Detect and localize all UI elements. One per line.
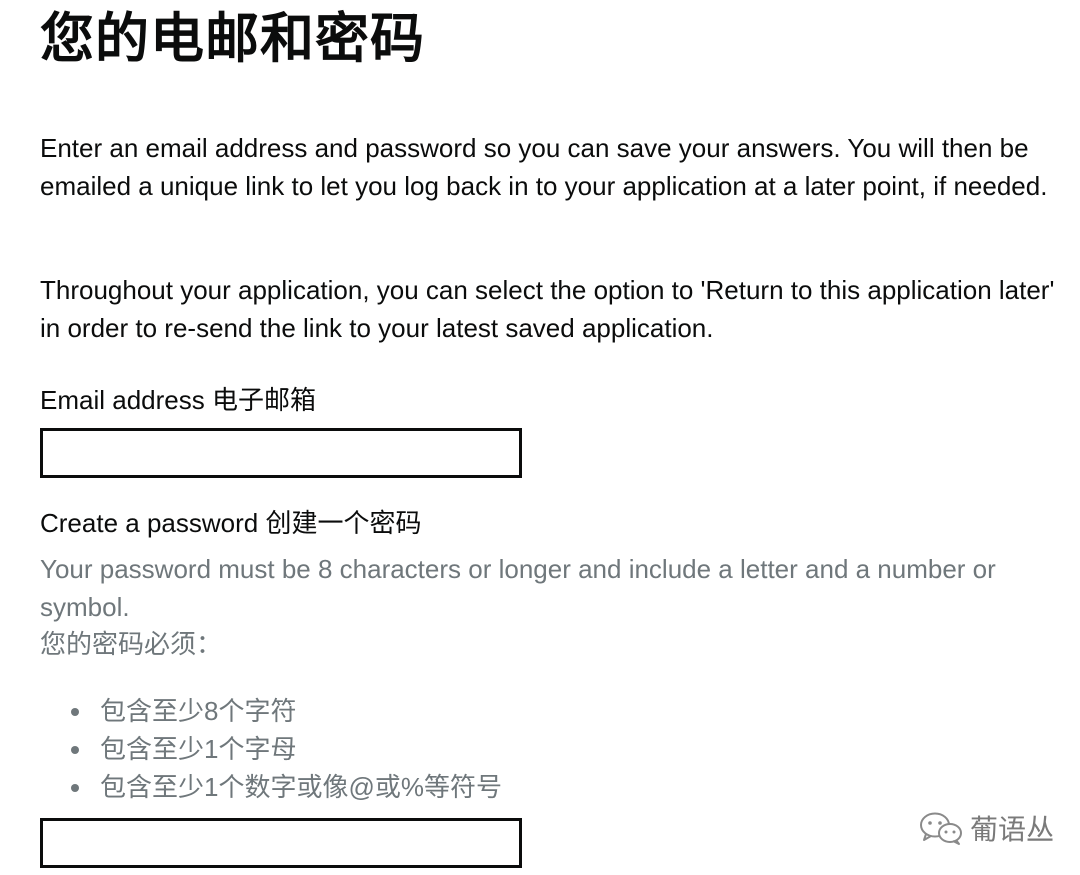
password-hint-english: Your password must be 8 characters or lo… xyxy=(40,554,996,622)
intro-paragraph: Enter an email address and password so y… xyxy=(40,133,1048,201)
password-rule-text: 包含至少8个字符 xyxy=(100,696,297,726)
list-item: 包含至少8个字符 xyxy=(40,692,502,730)
list-item: 包含至少1个字母 xyxy=(40,730,502,768)
watermark: 葡语丛 xyxy=(918,808,1054,848)
list-item: 包含至少1个数字或像@或%等符号 xyxy=(40,768,502,806)
email-field[interactable] xyxy=(40,428,522,478)
password-label: Create a password 创建一个密码 xyxy=(40,508,422,538)
wechat-icon xyxy=(920,812,962,845)
bullet-icon xyxy=(71,784,79,792)
return-later-paragraph: Throughout your application, you can sel… xyxy=(40,275,1055,343)
password-rules-list: 包含至少8个字符 包含至少1个字母 包含至少1个数字或像@或%等符号 xyxy=(40,692,502,806)
watermark-text: 葡语丛 xyxy=(970,813,1055,846)
email-label: Email address 电子邮箱 xyxy=(40,385,316,415)
page-title: 您的电邮和密码 xyxy=(40,9,425,69)
password-rule-text: 包含至少1个字母 xyxy=(100,734,297,764)
bullet-icon xyxy=(71,708,79,716)
password-field[interactable] xyxy=(40,818,522,868)
password-rule-text: 包含至少1个数字或像@或%等符号 xyxy=(100,772,502,802)
bullet-icon xyxy=(71,746,79,754)
password-hint-chinese: 您的密码必须： xyxy=(40,629,223,659)
